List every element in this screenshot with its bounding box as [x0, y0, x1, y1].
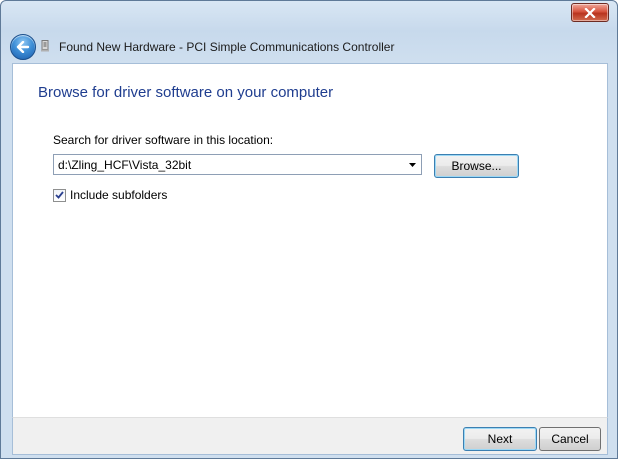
- checkmark-icon: [55, 191, 64, 199]
- path-dropdown-button[interactable]: [403, 155, 421, 174]
- hardware-device-icon: [41, 40, 49, 52]
- page-heading: Browse for driver software on your compu…: [38, 84, 334, 101]
- search-location-label: Search for driver software in this locat…: [53, 133, 274, 147]
- search-location-input[interactable]: [54, 155, 398, 174]
- back-button[interactable]: [10, 34, 36, 60]
- browse-button[interactable]: Browse...: [434, 154, 519, 178]
- content-panel: Browse for driver software on your compu…: [12, 63, 608, 418]
- next-button[interactable]: Next: [463, 427, 537, 451]
- include-subfolders-label: Include subfolders: [70, 188, 168, 202]
- search-location-combobox[interactable]: [53, 154, 422, 175]
- back-arrow-icon: [16, 41, 30, 53]
- cancel-button[interactable]: Cancel: [539, 427, 601, 451]
- include-subfolders-option[interactable]: Include subfolders: [53, 188, 167, 202]
- wizard-footer: Next Cancel: [12, 417, 608, 455]
- close-button[interactable]: [571, 3, 609, 22]
- window-title: Found New Hardware - PCI Simple Communic…: [59, 40, 395, 54]
- wizard-window: Found New Hardware - PCI Simple Communic…: [0, 0, 618, 459]
- include-subfolders-checkbox[interactable]: [53, 188, 66, 202]
- close-icon: [584, 7, 596, 18]
- chevron-down-icon: [408, 162, 416, 167]
